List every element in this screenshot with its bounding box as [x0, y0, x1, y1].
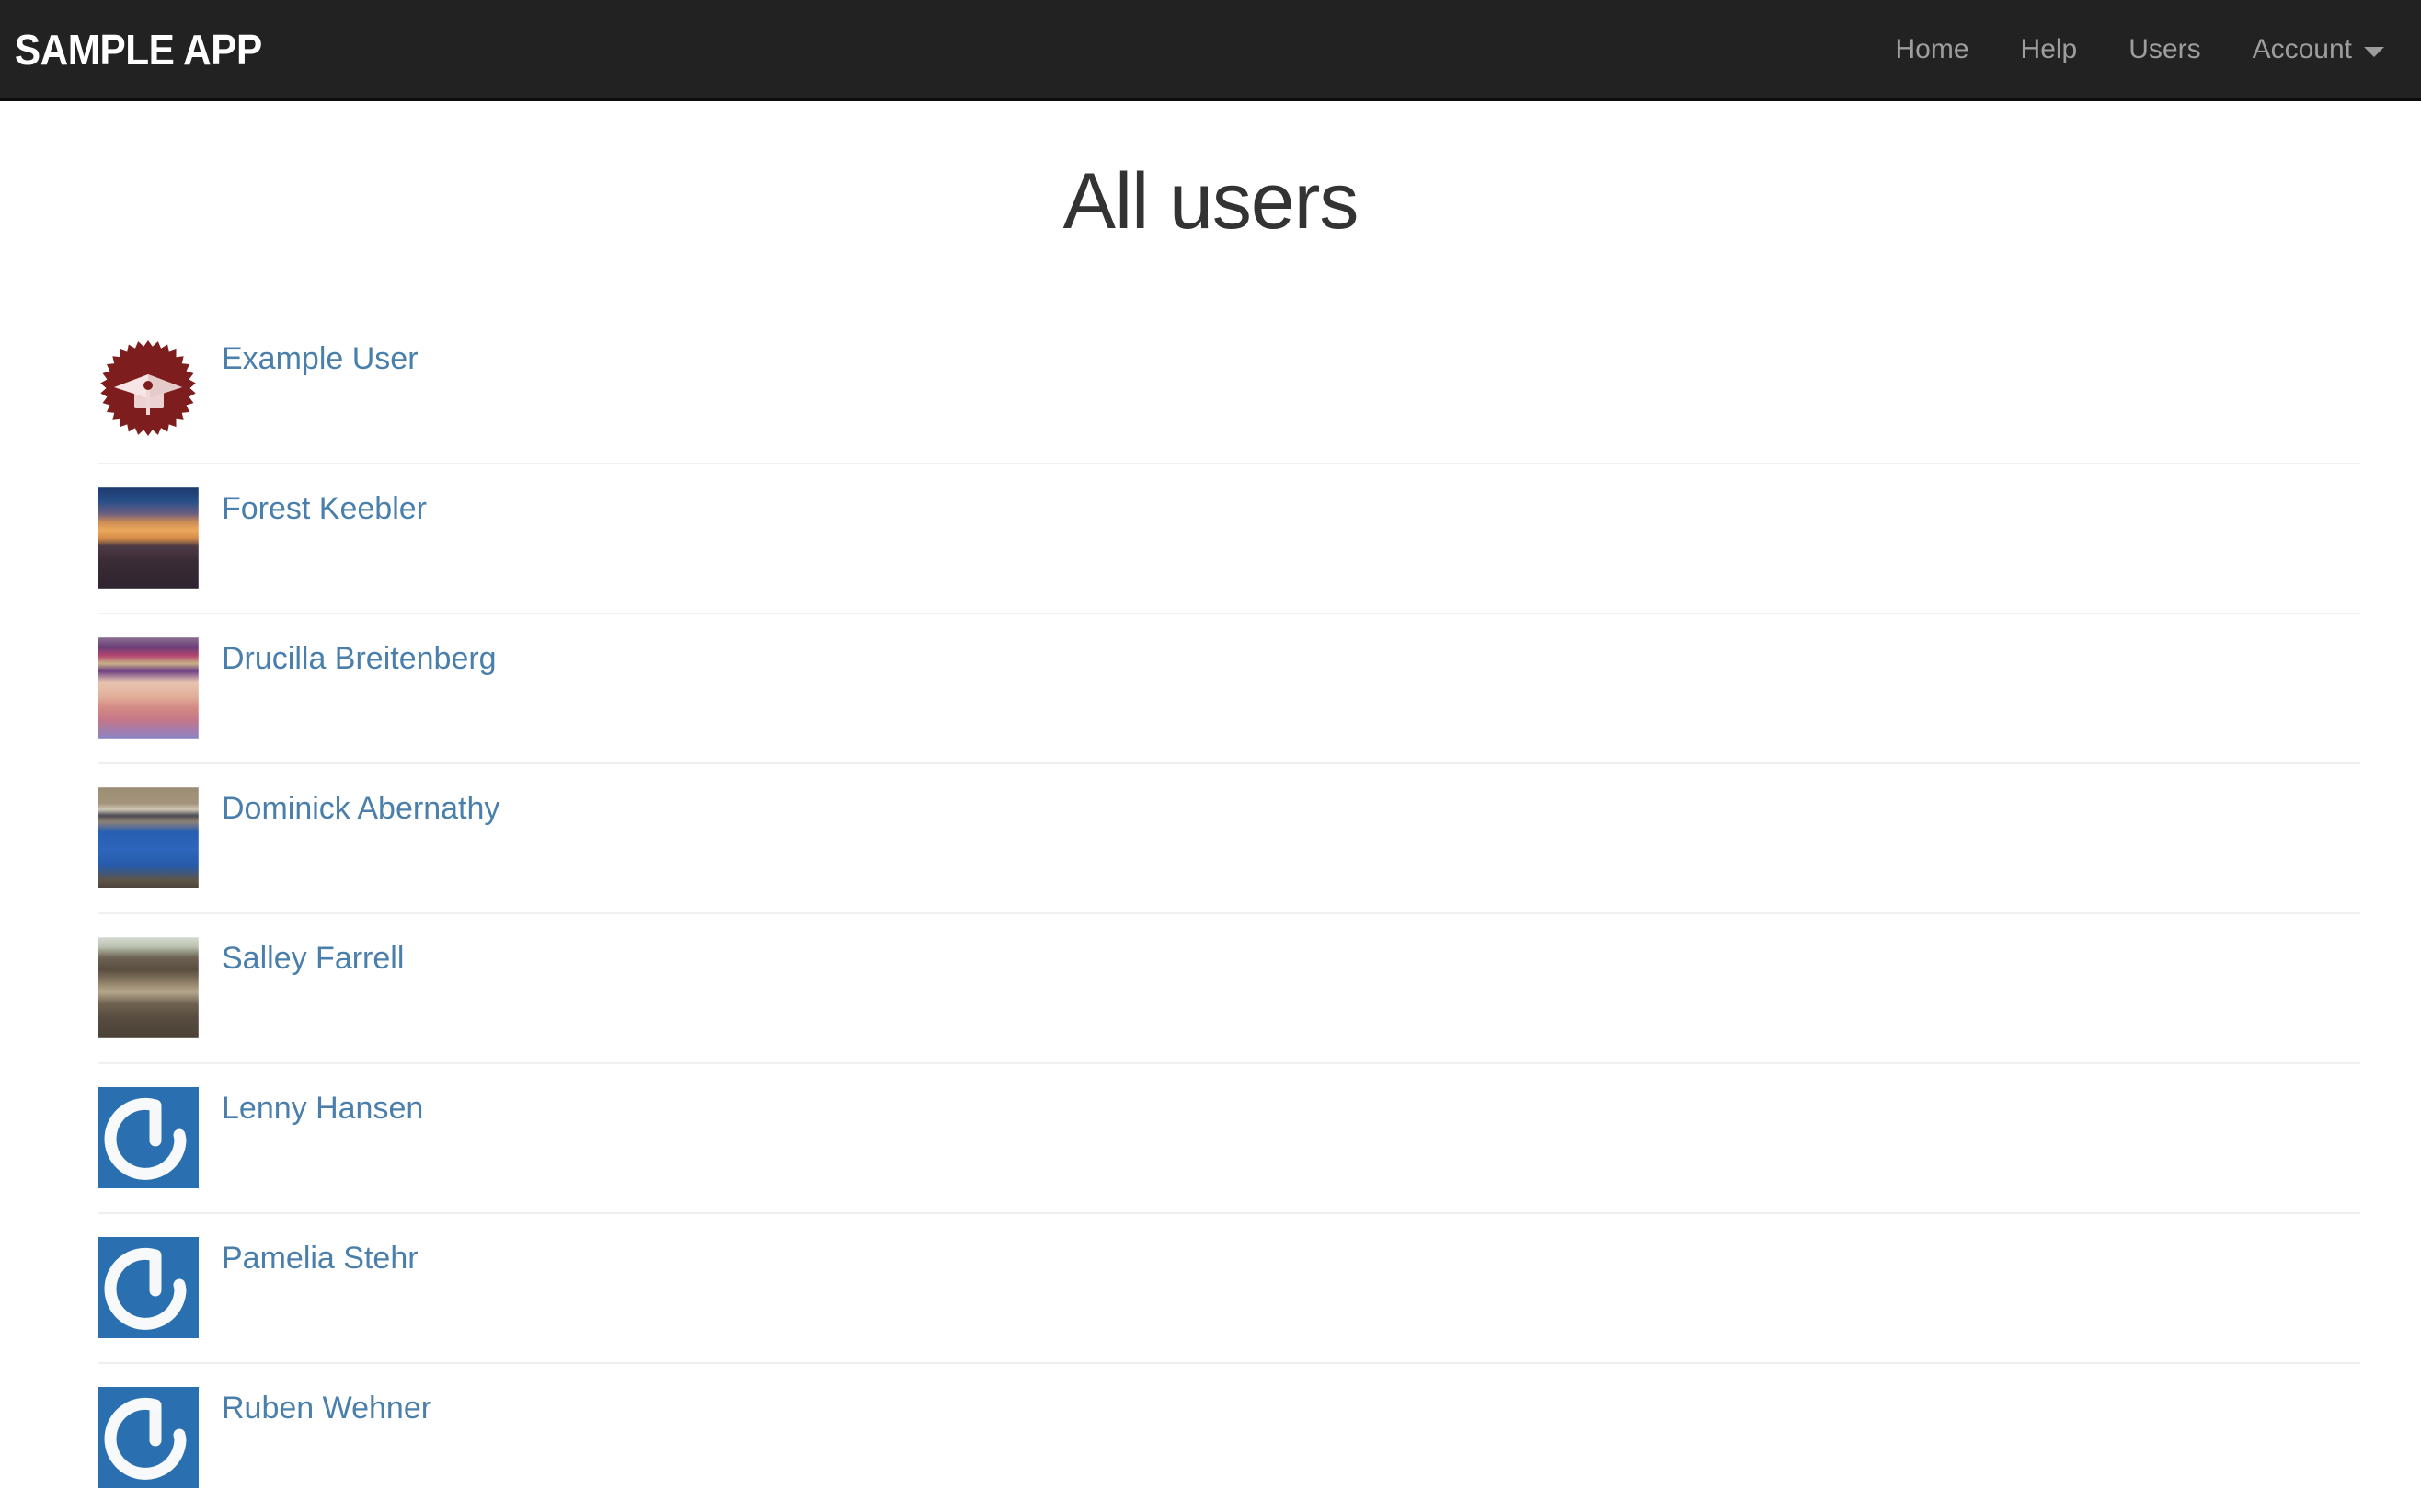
- user-list: Example User Forest Keebler Drucilla Breit…: [98, 317, 2360, 1512]
- user-name-link[interactable]: Lenny Hansen: [222, 1087, 423, 1124]
- nav-link-users[interactable]: Users: [2103, 14, 2226, 86]
- user-list-item: Ruben Wehner: [98, 1361, 2360, 1512]
- user-name-link[interactable]: Ruben Wehner: [222, 1387, 431, 1424]
- user-name-link[interactable]: Forest Keebler: [222, 487, 427, 524]
- user-list-item: Forest Keebler: [98, 462, 2360, 613]
- chevron-down-icon: [2364, 47, 2384, 57]
- navbar: sample app Home Help Users Account: [0, 0, 2421, 101]
- avatar-photo: [98, 636, 199, 739]
- gravatar-default-logo-avatar[interactable]: [98, 1086, 199, 1188]
- avatar-photo: [98, 936, 199, 1038]
- sunset-landscape-photo-avatar[interactable]: [98, 487, 199, 589]
- user-name-link[interactable]: Dominick Abernathy: [222, 787, 499, 824]
- gravatar-default-logo-avatar[interactable]: [98, 1386, 199, 1488]
- avatar-photo: [98, 487, 199, 589]
- user-name-link[interactable]: Drucilla Breitenberg: [222, 637, 497, 674]
- nav-link-help[interactable]: Help: [1995, 14, 2104, 86]
- nav-item-home: Home: [1870, 14, 1995, 86]
- nav-link-home[interactable]: Home: [1870, 14, 1995, 86]
- user-name-link[interactable]: Salley Farrell: [222, 937, 404, 974]
- user-list-item: Lenny Hansen: [98, 1061, 2360, 1212]
- main-content: All users Example User Forest Keebler Druc…: [0, 158, 2421, 1512]
- nav-list: Home Help Users Account: [1870, 14, 2404, 86]
- user-name-link[interactable]: Example User: [222, 338, 419, 374]
- avatar-photo: [98, 786, 199, 888]
- page-title: All users: [1062, 157, 1360, 246]
- tabby-cat-photo-avatar[interactable]: [98, 936, 199, 1038]
- user-list-item: Salley Farrell: [98, 911, 2360, 1062]
- nav-item-users: Users: [2103, 14, 2226, 86]
- user-list-item: Example User: [98, 317, 2360, 463]
- user-list-item: Pamelia Stehr: [98, 1211, 2360, 1362]
- main-navigation: Home Help Users Account: [1870, 14, 2404, 86]
- nav-item-help: Help: [1995, 14, 2104, 86]
- nav-link-account-dropdown[interactable]: Account: [2227, 14, 2404, 86]
- account-label: Account: [2252, 33, 2352, 64]
- brand-logo[interactable]: sample app: [13, 29, 262, 71]
- user-list-item: Drucilla Breitenberg: [98, 612, 2360, 762]
- nav-item-account: Account: [2227, 14, 2404, 86]
- user-name-link[interactable]: Pamelia Stehr: [222, 1237, 419, 1274]
- gravatar-default-logo-avatar[interactable]: [98, 1236, 199, 1338]
- person-in-blue-shirt-photo-avatar[interactable]: [98, 786, 199, 888]
- baby-in-knit-hat-photo-avatar[interactable]: [98, 636, 199, 739]
- user-list-item: Dominick Abernathy: [98, 762, 2360, 912]
- graduation-cap-badge-avatar[interactable]: [98, 337, 199, 439]
